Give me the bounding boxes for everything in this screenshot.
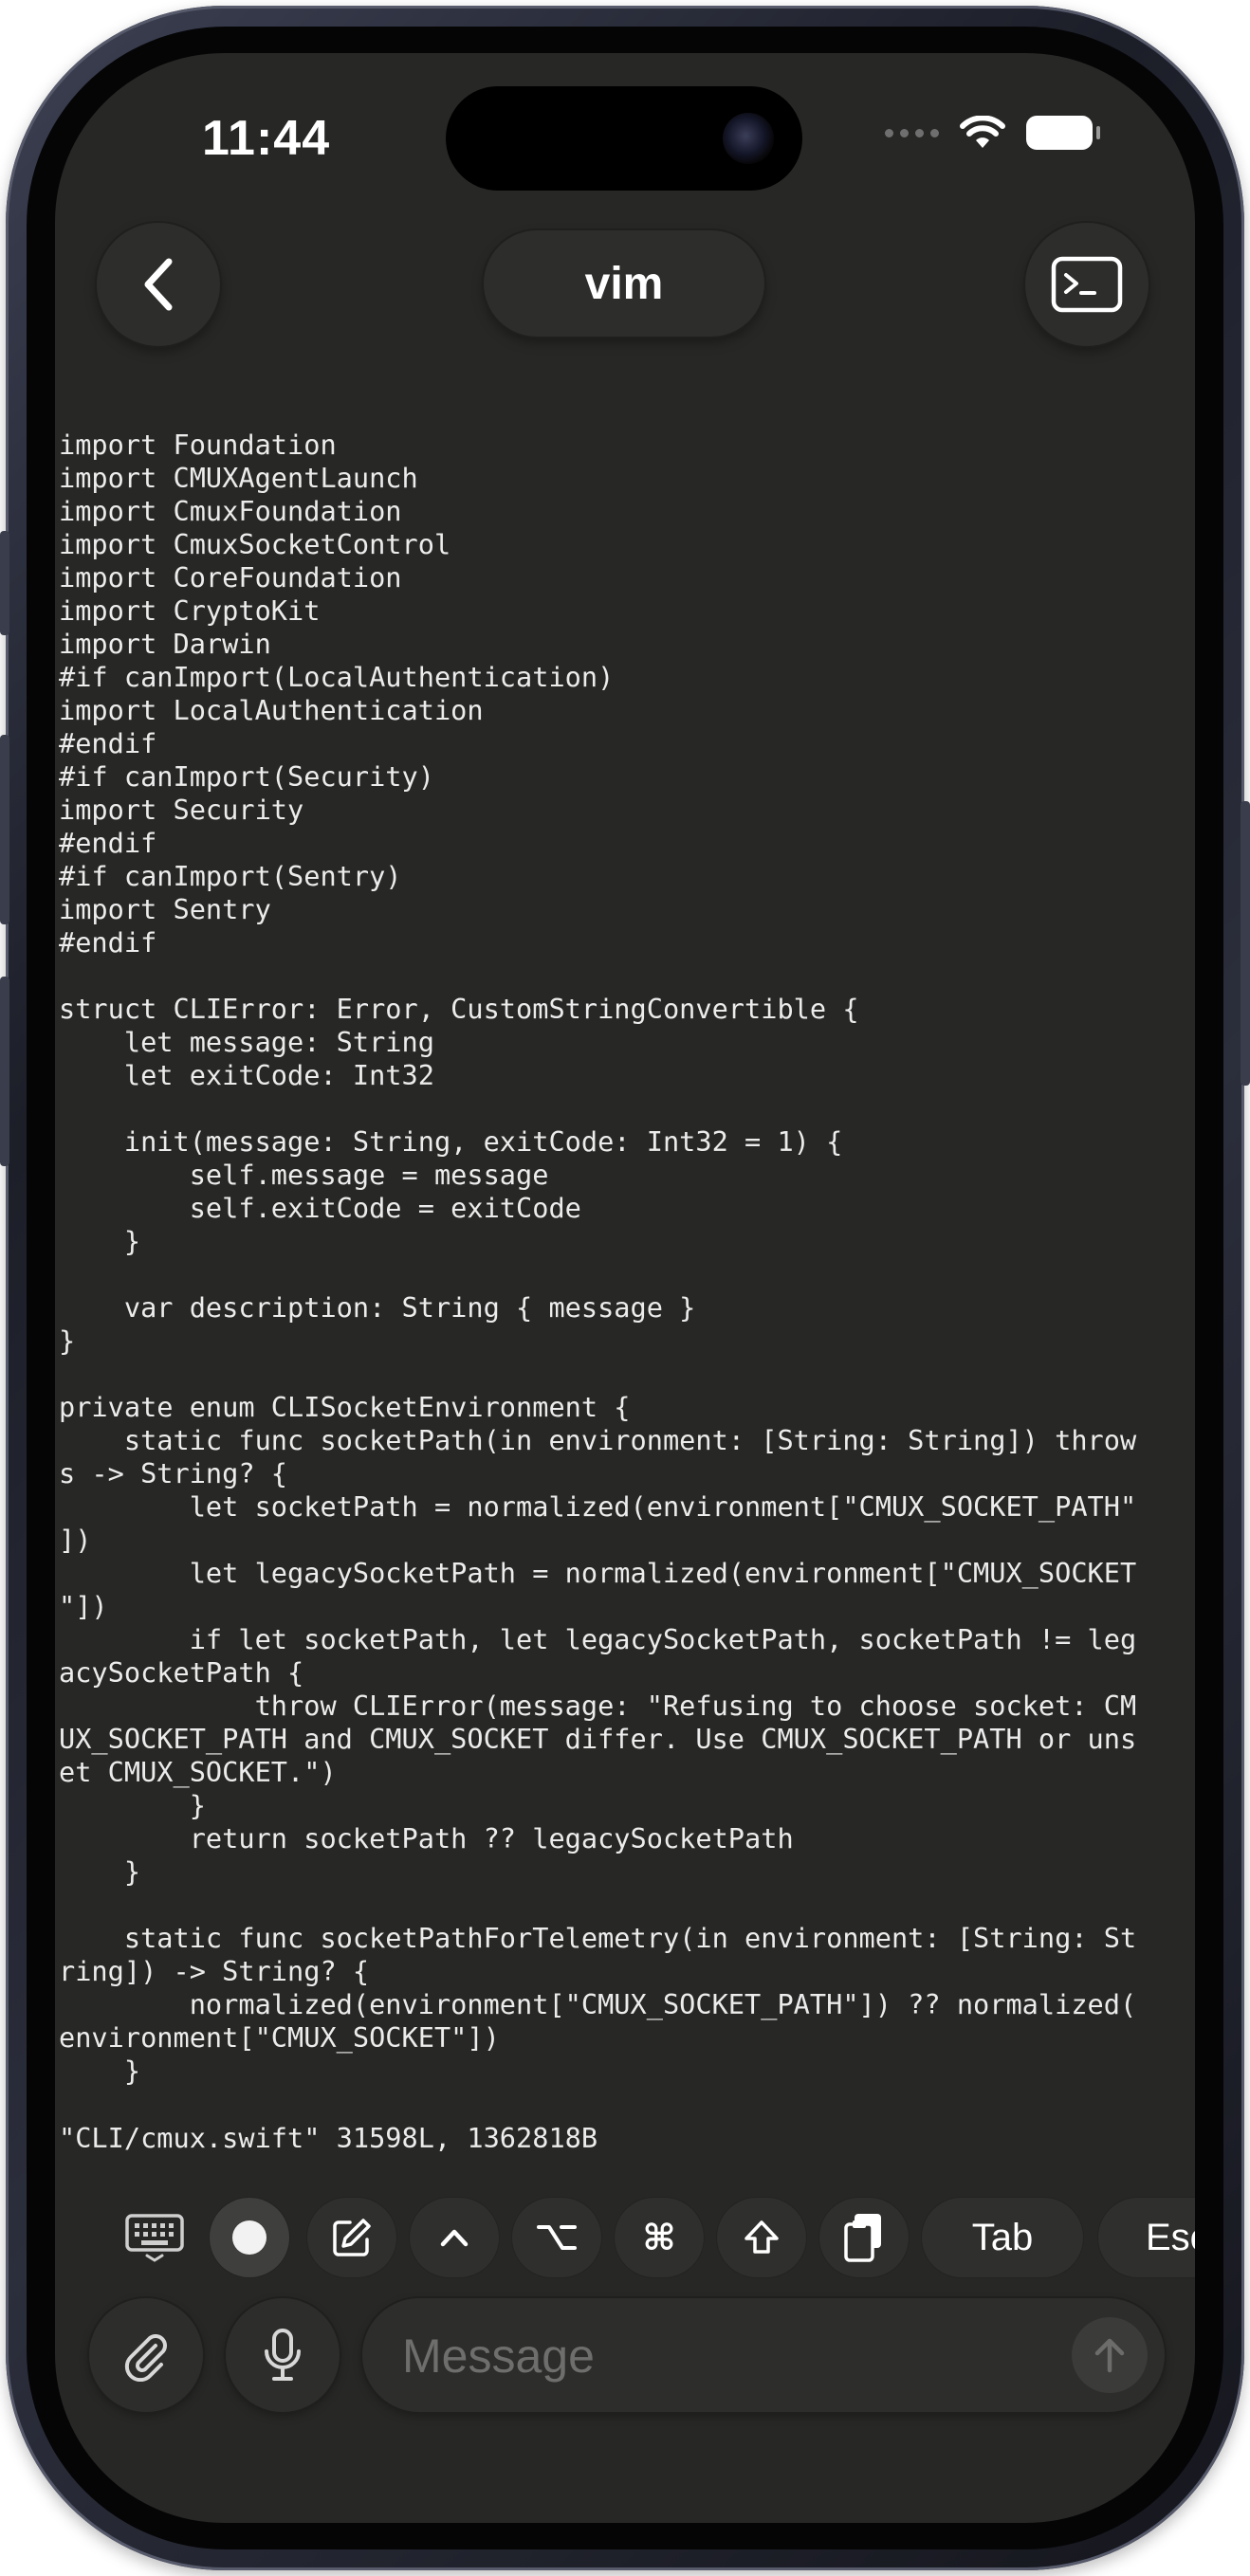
- record-dot-icon: [232, 2220, 267, 2255]
- status-time: 11:44: [202, 111, 331, 166]
- wifi-icon: [960, 116, 1005, 148]
- esc-key-button[interactable]: Esc: [1098, 2198, 1195, 2277]
- back-button[interactable]: [97, 223, 220, 346]
- shift-key-button[interactable]: [717, 2198, 806, 2277]
- vim-status-line: "CLI/cmux.swift" 31598L, 1362818B: [59, 2122, 598, 2154]
- composer: [55, 2298, 1195, 2414]
- terminal-icon: [1051, 256, 1123, 313]
- camera-icon: [723, 113, 774, 164]
- compose-icon: [333, 2219, 371, 2256]
- chevron-left-icon: [144, 258, 173, 311]
- shift-arrow-icon: [744, 2220, 779, 2254]
- microphone-icon: [265, 2329, 301, 2381]
- status-indicators: [885, 116, 1100, 150]
- control-key-button[interactable]: [410, 2198, 499, 2277]
- compose-button[interactable]: [307, 2198, 396, 2277]
- page-title: vim: [484, 230, 764, 337]
- terminal-output[interactable]: import Foundation import CMUXAgentLaunch…: [59, 429, 1187, 2088]
- microphone-button[interactable]: [226, 2298, 340, 2412]
- message-field[interactable]: [362, 2298, 1165, 2414]
- key-accessory-bar[interactable]: ⌘ Tab Esc: [55, 2198, 1195, 2277]
- battery-icon: [1026, 116, 1100, 150]
- paste-button[interactable]: [819, 2198, 909, 2277]
- arrow-up-icon: [1094, 2338, 1125, 2373]
- dynamic-island: [446, 86, 802, 191]
- esc-key-label: Esc: [1146, 2216, 1195, 2258]
- screen: 11:44 vim import Foundation import CMUXA…: [55, 53, 1195, 2523]
- action-button: [0, 531, 9, 635]
- command-key-icon: ⌘: [642, 2217, 676, 2258]
- message-input[interactable]: [400, 2298, 1049, 2414]
- volume-up-button: [0, 735, 9, 924]
- tab-key-button[interactable]: Tab: [922, 2198, 1083, 2277]
- option-key-icon: [537, 2225, 577, 2250]
- record-button[interactable]: [210, 2198, 289, 2277]
- terminal-button[interactable]: [1025, 223, 1149, 346]
- paperclip-icon: [124, 2334, 167, 2382]
- send-button[interactable]: [1072, 2317, 1148, 2393]
- control-caret-icon: [440, 2229, 469, 2247]
- power-button: [1241, 801, 1250, 1086]
- cellular-signal-icon: [885, 128, 939, 137]
- clipboard-paste-icon: [844, 2214, 881, 2262]
- keyboard-icon: [125, 2214, 184, 2262]
- volume-down-button: [0, 977, 9, 1166]
- option-key-button[interactable]: [512, 2198, 601, 2277]
- keyboard-toggle-button[interactable]: [110, 2198, 199, 2277]
- attach-button[interactable]: [89, 2298, 203, 2412]
- command-key-button[interactable]: ⌘: [615, 2198, 704, 2277]
